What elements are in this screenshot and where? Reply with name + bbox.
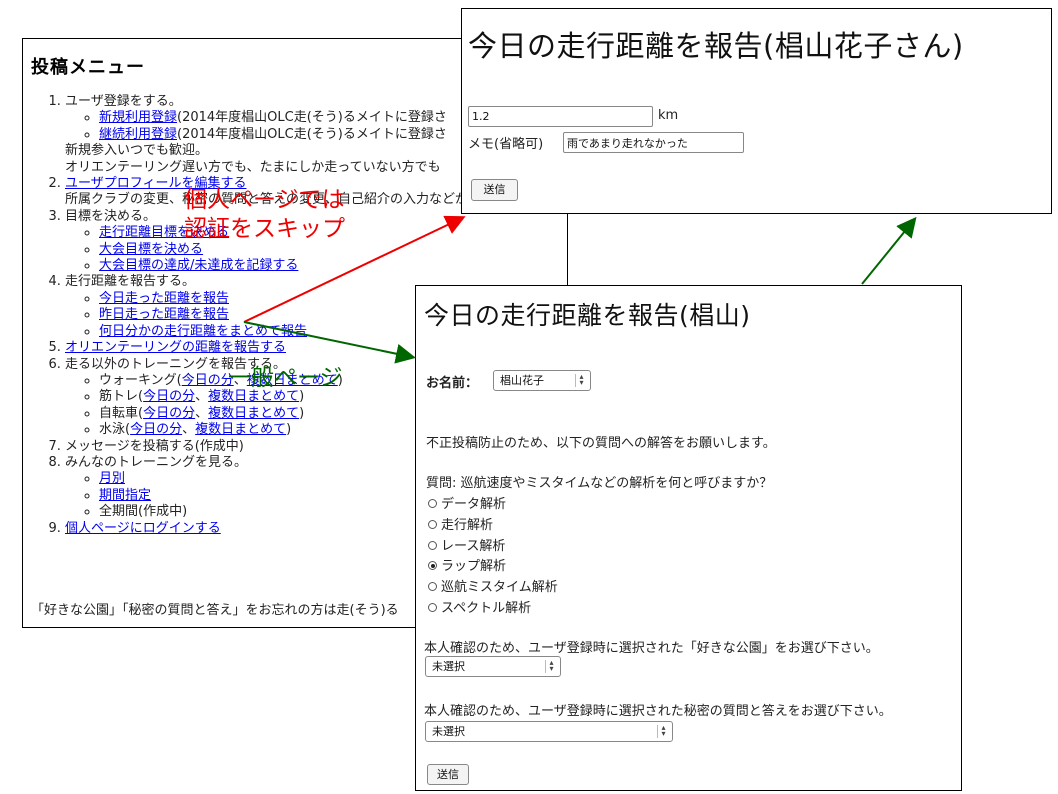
km-unit: km [658, 108, 679, 123]
name-label: お名前： [426, 376, 479, 391]
general-report-page: 今日の走行距離を報告(椙山) お名前： 椙山花子 ▴ ▾ 不正投稿防止のため、以下… [415, 285, 962, 791]
radio-icon [428, 520, 437, 529]
report-yesterday-link[interactable]: 昨日走った距離を報告 [99, 307, 229, 322]
auth-report-page: 今日の走行距離を報告(椙山花子さん) km メモ(省略可) 送信 [461, 8, 1052, 214]
period-link[interactable]: 期間指定 [99, 488, 151, 503]
link-suffix: (2014年度椙山OLC走(そう)るメイトに登録さ [177, 110, 447, 126]
green-arrow-to-auth [861, 216, 917, 285]
memo-label: メモ(省略可) [468, 137, 544, 152]
training-name: 筋トレ [99, 389, 139, 405]
report-multi-day-link[interactable]: 何日分かの走行距離をまとめて報告 [99, 324, 307, 339]
general-submit-button[interactable]: 送信 [427, 764, 469, 785]
spam-notice: 不正投稿防止のため、以下の質問への解答をお願いします。 [426, 436, 776, 451]
secret-prompt: 本人確認のため、ユーザ登録時に選択された秘密の質問と答えをお選び下さい。 [424, 704, 892, 719]
radio-option[interactable]: レース解析 [428, 535, 505, 554]
radio-label: レース解析 [441, 539, 506, 554]
select-arrows-icon: ▴ ▾ [657, 724, 669, 738]
secret-select[interactable]: 未選択 ▴ ▾ [425, 721, 673, 742]
personal-login-link[interactable]: 個人ページにログインする [65, 521, 221, 536]
swim-multi-link[interactable]: 複数日まとめて [195, 422, 286, 437]
menu-item-text: ユーザ登録をする。 [65, 94, 182, 109]
distance-input[interactable] [468, 106, 653, 127]
auth-submit-button[interactable]: 送信 [471, 179, 518, 201]
report-today-link[interactable]: 今日走った距離を報告 [99, 291, 229, 306]
captcha-question: 質問: 巡航速度やミスタイムなどの解析を何と呼びますか？ [426, 476, 773, 491]
radio-option[interactable]: データ解析 [428, 493, 506, 512]
name-select-value: 椙山花子 [500, 374, 544, 387]
race-goal-record-link[interactable]: 大会目標の達成/未達成を記録する [99, 258, 298, 273]
radio-checked-icon [428, 561, 437, 570]
auth-page-title: 今日の走行距離を報告(椙山花子さん) [468, 29, 964, 63]
continue-register-link[interactable]: 継続利用登録 [99, 127, 177, 142]
report-orienteering-link[interactable]: オリエンテーリングの距離を報告する [65, 340, 286, 355]
radio-icon [428, 499, 437, 508]
park-select-value: 未選択 [432, 660, 465, 673]
bicycle-today-link[interactable]: 今日の分 [143, 406, 195, 421]
radio-icon [428, 603, 437, 612]
training-name: ウォーキング [99, 372, 177, 388]
radio-option[interactable]: スペクトル解析 [428, 597, 531, 616]
radio-label: データ解析 [441, 497, 507, 512]
radio-option[interactable]: 走行解析 [428, 514, 493, 533]
radio-icon [428, 582, 437, 591]
annotation-line: 認証をスキップ [184, 216, 345, 242]
radio-label: 走行解析 [441, 518, 494, 533]
bicycle-multi-link[interactable]: 複数日まとめて [208, 406, 299, 421]
menu-item-text: メッセージを投稿する(作成中) [65, 438, 244, 454]
general-page-title: 今日の走行距離を報告(椙山) [424, 301, 751, 330]
link-suffix: (2014年度椙山OLC走(そう)るメイトに登録さ [177, 126, 447, 142]
radio-label: ラップ解析 [441, 559, 507, 574]
secret-select-value: 未選択 [432, 725, 465, 738]
annotation-line: 個人ページでは [184, 187, 345, 213]
memo-input[interactable] [563, 132, 744, 153]
radio-label: スペクトル解析 [441, 601, 532, 616]
general-page-annotation: 一般ページ [228, 365, 343, 391]
park-prompt: 本人確認のため、ユーザ登録時に選択された「好きな公園」をお選び下さい。 [424, 641, 879, 656]
strength-today-link[interactable]: 今日の分 [143, 389, 195, 404]
menu-item-text: 走行距離を報告する。 [65, 274, 196, 290]
radio-label: 巡航ミスタイム解析 [441, 580, 558, 595]
walking-today-link[interactable]: 今日の分 [182, 373, 234, 388]
all-period-text: 全期間(作成中) [99, 504, 188, 520]
training-name: 自転車 [99, 405, 139, 421]
radio-option-selected[interactable]: ラップ解析 [428, 555, 506, 574]
swim-today-link[interactable]: 今日の分 [130, 422, 182, 437]
menu-title: 投稿メニュー [31, 57, 145, 78]
select-arrows-icon: ▴ ▾ [545, 659, 557, 673]
select-arrows-icon: ▴ ▾ [575, 373, 587, 387]
park-select[interactable]: 未選択 ▴ ▾ [425, 656, 561, 677]
radio-option[interactable]: 巡航ミスタイム解析 [428, 576, 558, 595]
name-select[interactable]: 椙山花子 ▴ ▾ [493, 370, 591, 391]
training-name: 水泳 [99, 422, 126, 438]
monthly-link[interactable]: 月別 [99, 471, 125, 486]
menu-item-text: 目標を決める。 [65, 208, 157, 224]
menu-item-text: みんなのトレーニングを見る。 [65, 454, 248, 470]
menu-footer: 「好きな公園」「秘密の質問と答え」をお忘れの方は走(そう)る [31, 603, 399, 618]
radio-icon [428, 541, 437, 550]
new-register-link[interactable]: 新規利用登録 [99, 110, 177, 125]
skip-auth-annotation: 個人ページでは 認証をスキップ [184, 186, 345, 244]
